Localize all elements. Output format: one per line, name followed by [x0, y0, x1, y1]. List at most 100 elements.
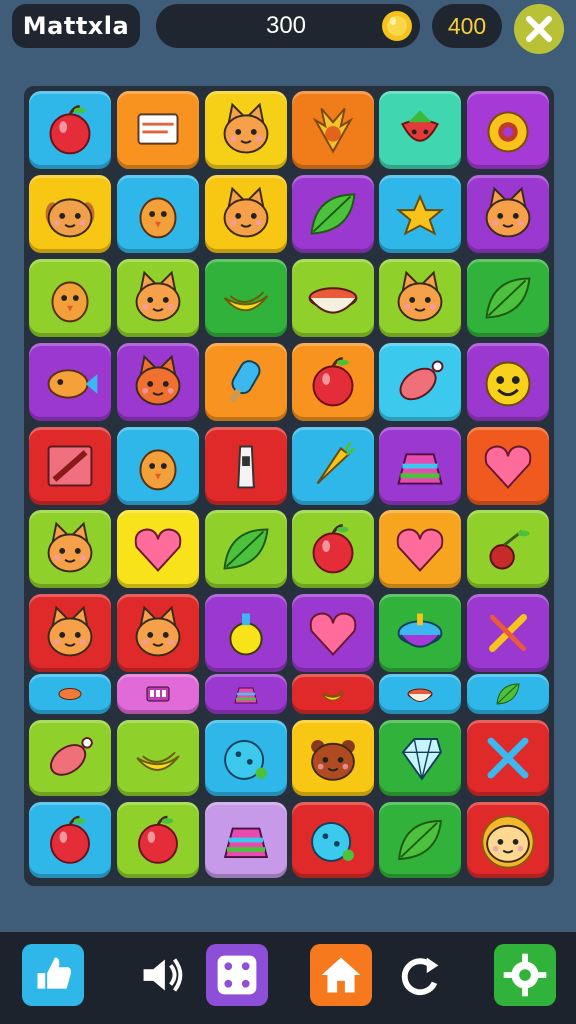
board-tile[interactable] [292, 510, 374, 588]
banana-icon [321, 690, 345, 701]
board-tile[interactable] [292, 343, 374, 421]
dog-icon [45, 198, 95, 238]
board-tile[interactable] [292, 259, 374, 337]
apple-icon [312, 524, 354, 574]
board-tile[interactable] [467, 674, 549, 714]
like-button[interactable] [22, 944, 84, 1006]
board-tile[interactable] [205, 343, 287, 421]
board-tile[interactable] [292, 802, 374, 878]
game-board [24, 86, 554, 886]
board-tile[interactable] [467, 91, 549, 169]
board-tile[interactable] [205, 175, 287, 253]
board-tile[interactable] [205, 802, 287, 878]
board-tile[interactable] [29, 91, 111, 169]
board-tile[interactable] [379, 674, 461, 714]
board-tile[interactable] [292, 91, 374, 169]
bear-icon [311, 739, 355, 781]
board-tile[interactable] [29, 343, 111, 421]
board-tile[interactable] [292, 175, 374, 253]
carrot-icon [316, 441, 356, 485]
heart-icon [396, 528, 444, 572]
cross-icon [487, 737, 529, 779]
sound-icon [143, 958, 183, 992]
fish-icon [47, 369, 98, 399]
heart-icon [134, 528, 182, 572]
board-tile[interactable] [29, 510, 111, 588]
cat-icon [485, 186, 531, 238]
board-tile[interactable] [29, 674, 111, 714]
refresh-button[interactable] [388, 944, 450, 1006]
settings-button[interactable] [494, 944, 556, 1006]
board-tile[interactable] [117, 594, 199, 672]
cake-icon [397, 453, 443, 485]
board-tile[interactable] [205, 510, 287, 588]
board-tile[interactable] [467, 720, 549, 796]
board-tile[interactable] [205, 427, 287, 505]
apple-icon [50, 815, 90, 864]
apple-icon [138, 815, 178, 864]
board-tile[interactable] [379, 720, 461, 796]
board-tile[interactable] [29, 802, 111, 878]
board-tile[interactable] [292, 720, 374, 796]
bird-icon [51, 281, 89, 323]
board-tile[interactable] [467, 802, 549, 878]
board-tile[interactable] [205, 674, 287, 714]
board-tile[interactable] [379, 510, 461, 588]
board-tile[interactable] [292, 594, 374, 672]
best-score: 400 [432, 4, 502, 48]
meat-icon [399, 360, 444, 401]
board-tile[interactable] [467, 343, 549, 421]
board-tile[interactable] [29, 594, 111, 672]
dice-button[interactable] [206, 944, 268, 1006]
popsicle-icon [229, 360, 261, 404]
board-tile[interactable] [379, 594, 461, 672]
board-tile[interactable] [117, 674, 199, 714]
board-tile[interactable] [379, 427, 461, 505]
board-tile[interactable] [379, 91, 461, 169]
board-tile[interactable] [117, 343, 199, 421]
board-tile[interactable] [467, 259, 549, 337]
sound-button[interactable] [130, 944, 192, 1006]
cake-icon [223, 827, 269, 859]
board-tile[interactable] [292, 674, 374, 714]
apple-icon [312, 357, 354, 407]
board-tile[interactable] [205, 720, 287, 796]
board-tile[interactable] [29, 720, 111, 796]
board-tile[interactable] [117, 91, 199, 169]
board-tile[interactable] [205, 594, 287, 672]
leaf-icon [223, 528, 269, 570]
board-tile[interactable] [467, 510, 549, 588]
board-tile[interactable] [379, 343, 461, 421]
board-tile[interactable] [292, 427, 374, 505]
board-tile[interactable] [29, 259, 111, 337]
home-button[interactable] [310, 944, 372, 1006]
close-button[interactable] [514, 4, 564, 54]
board-tile[interactable] [117, 720, 199, 796]
board-tile[interactable] [467, 427, 549, 505]
board-tile[interactable] [117, 802, 199, 878]
board-tile[interactable] [29, 175, 111, 253]
board-tile[interactable] [379, 175, 461, 253]
fox-icon [135, 354, 181, 406]
thumbs-up-icon [37, 957, 72, 989]
gear-icon [503, 953, 547, 997]
board-tile[interactable] [379, 802, 461, 878]
refresh-icon [401, 957, 439, 996]
cat-icon [397, 270, 443, 322]
board-tile[interactable] [117, 427, 199, 505]
coin-icon [382, 11, 412, 41]
dice-icon [217, 955, 257, 995]
board-tile[interactable] [117, 259, 199, 337]
board-tile[interactable] [205, 91, 287, 169]
board-tile[interactable] [205, 259, 287, 337]
board-tile[interactable] [117, 175, 199, 253]
board-tile[interactable] [117, 510, 199, 588]
cat-icon [135, 270, 181, 322]
cat-icon [223, 102, 269, 154]
cat-icon [47, 605, 93, 657]
board-tile[interactable] [29, 427, 111, 505]
board-tile[interactable] [467, 594, 549, 672]
board-tile[interactable] [467, 175, 549, 253]
apple-icon [49, 105, 91, 155]
board-tile[interactable] [379, 259, 461, 337]
